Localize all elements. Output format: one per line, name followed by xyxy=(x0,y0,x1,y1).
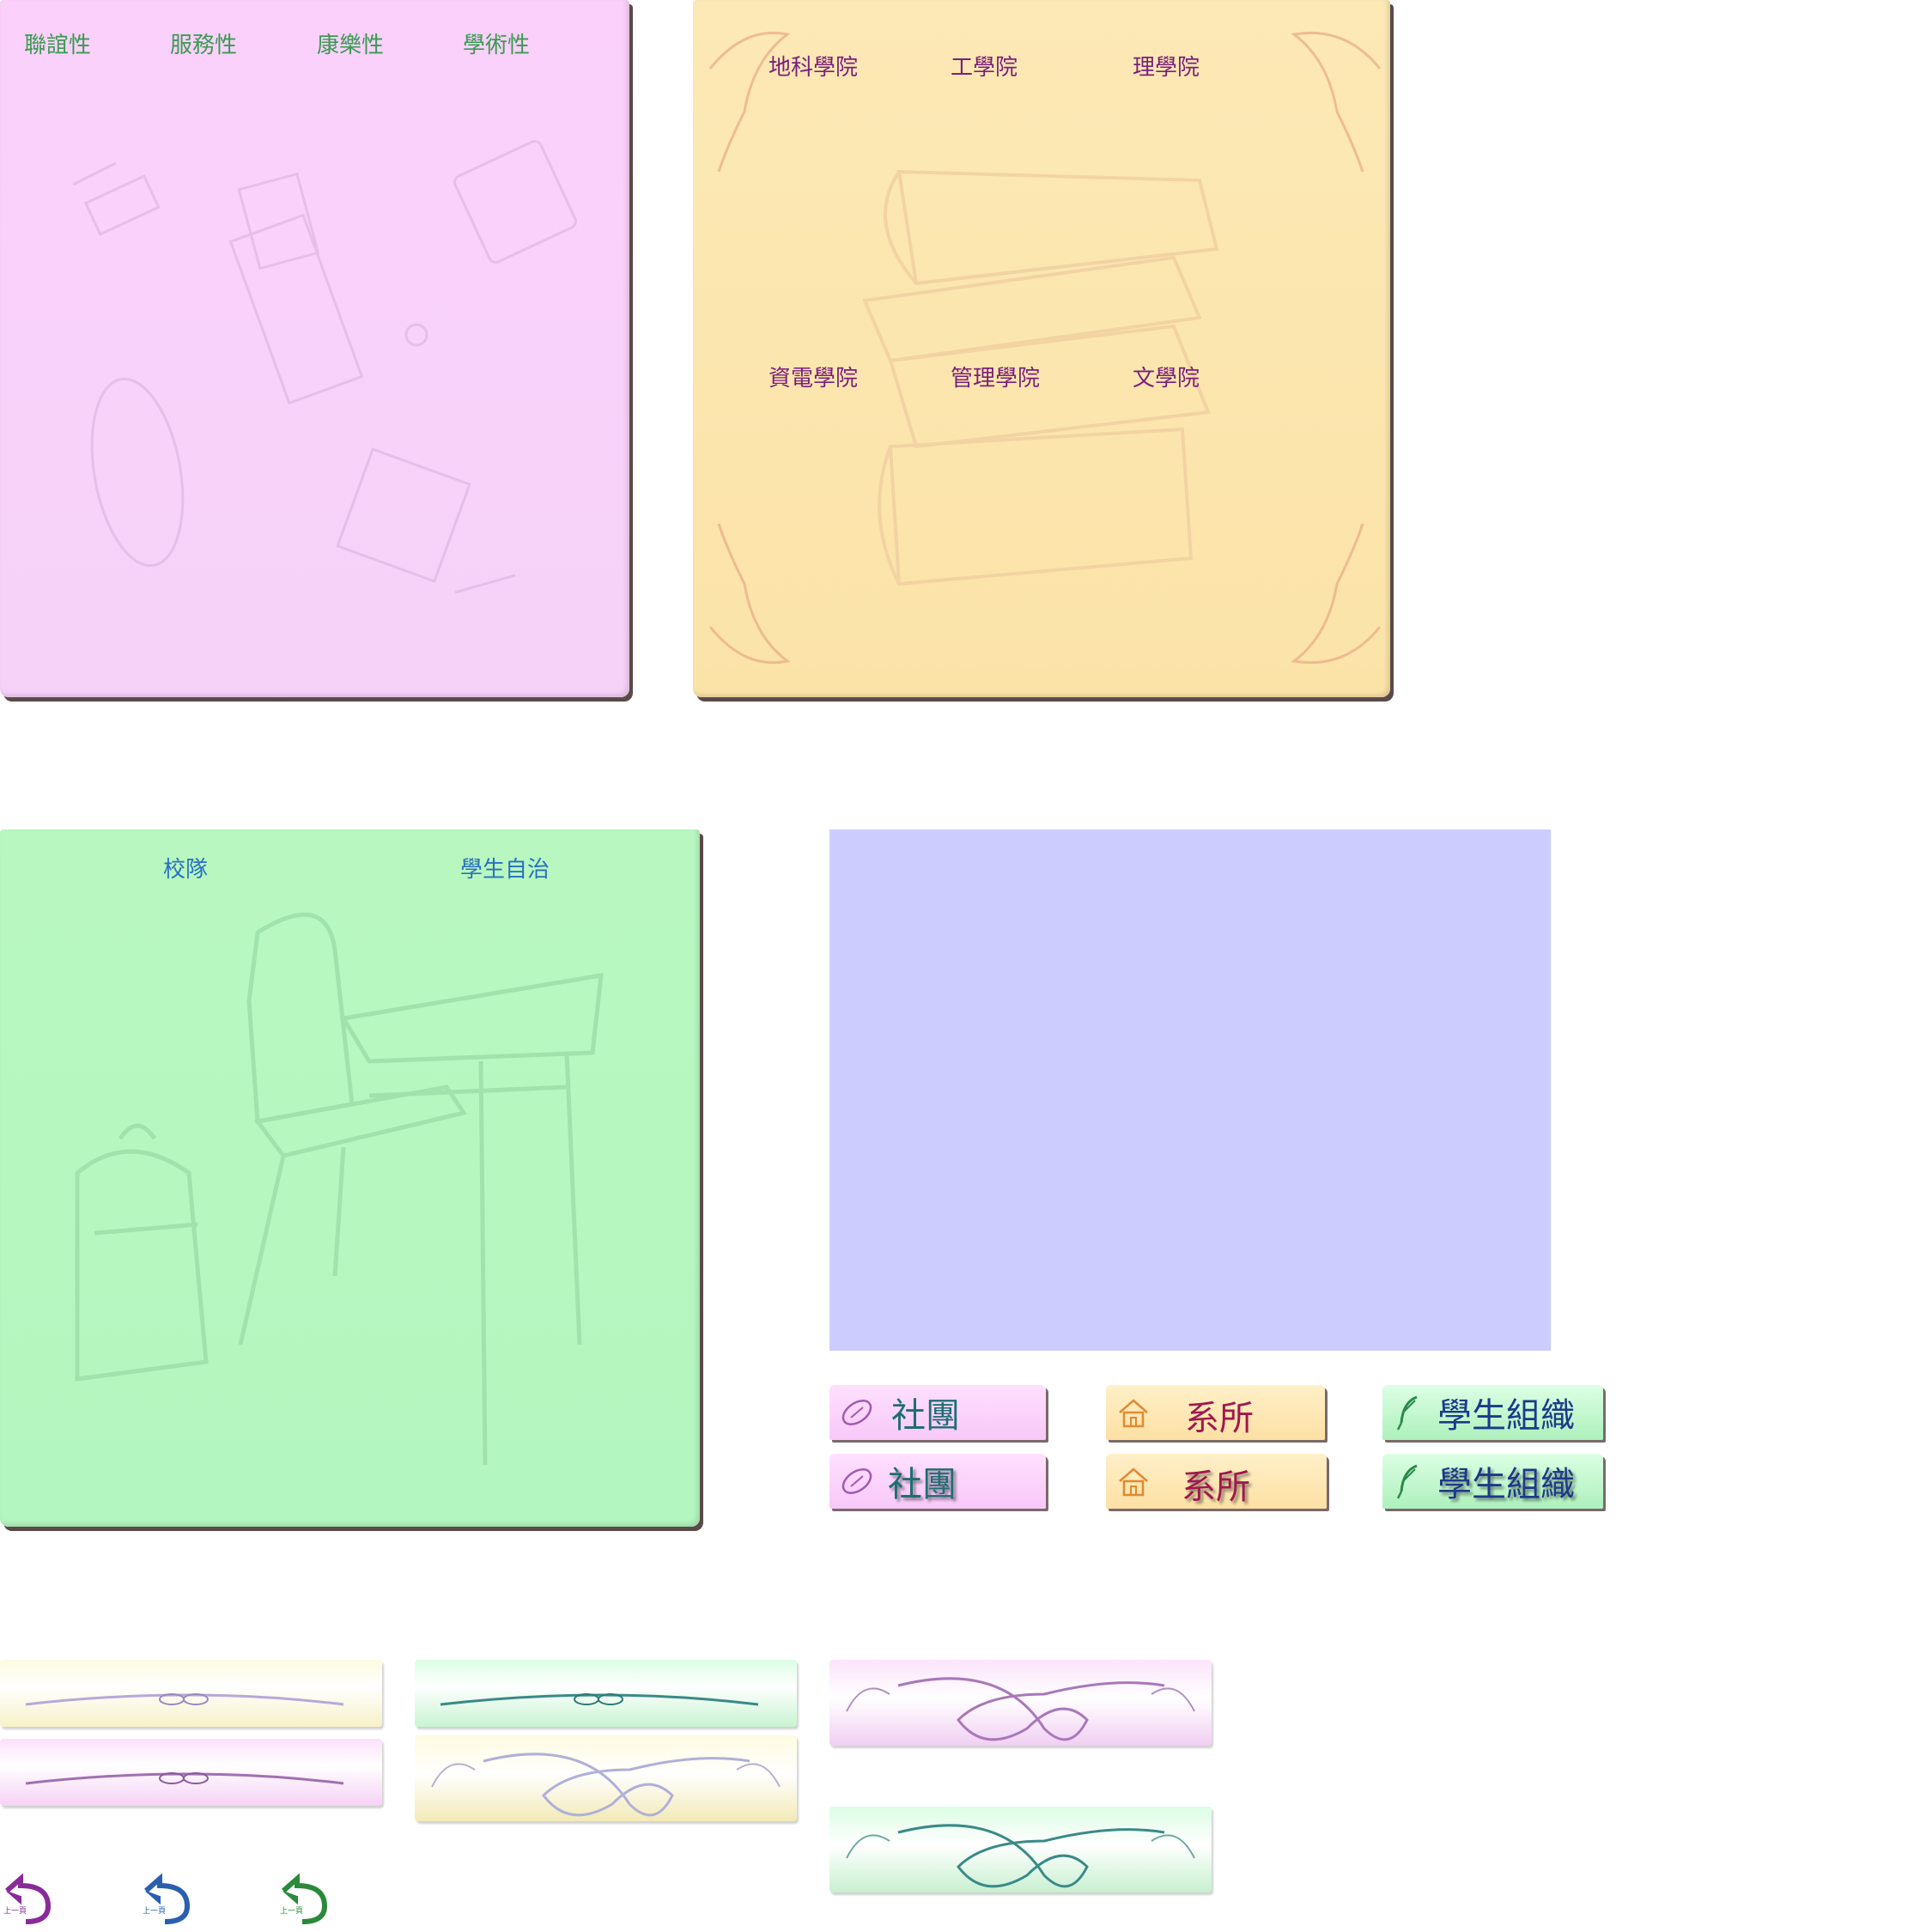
student-organization-button-label: 學生組織 xyxy=(1437,1396,1575,1436)
divider-banner-yellow xyxy=(0,1660,382,1727)
tab-social[interactable]: 聯誼性 xyxy=(24,27,91,59)
tab-eecs-college[interactable]: 資電學院 xyxy=(769,361,858,392)
club-button-label: 社團 xyxy=(891,1396,960,1436)
green-organization-panel: 校隊 學生自治 xyxy=(0,829,700,1527)
tab-earth-science-college[interactable]: 地科學院 xyxy=(769,50,858,82)
stacked-books-illustration xyxy=(708,31,1382,665)
tab-management-college[interactable]: 管理學院 xyxy=(951,361,1040,392)
student-organization-button-hover[interactable]: 學生組織 xyxy=(1382,1454,1603,1509)
schoolhouse-icon xyxy=(1106,1454,1161,1509)
back-label: 上一頁 xyxy=(280,1907,304,1916)
ornament-banner-yellow xyxy=(415,1735,797,1821)
tab-recreation[interactable]: 康樂性 xyxy=(317,27,384,59)
tab-school-team[interactable]: 校隊 xyxy=(163,852,208,884)
club-button-label: 社團 xyxy=(888,1465,957,1504)
back-arrow-icon xyxy=(144,1873,191,1924)
feather-quill-icon xyxy=(1382,1454,1437,1509)
club-button[interactable]: 社團 xyxy=(829,1385,1046,1440)
tab-academic[interactable]: 學術性 xyxy=(463,27,530,59)
lavender-blank-panel xyxy=(829,829,1551,1351)
tab-science-college[interactable]: 理學院 xyxy=(1133,50,1200,82)
department-button-label: 系所 xyxy=(1185,1399,1254,1438)
tab-student-government[interactable]: 學生自治 xyxy=(460,852,550,884)
yellow-college-panel: 地科學院 工學院 理學院 資電學院 管理學院 文學院 xyxy=(693,0,1390,697)
student-organization-button[interactable]: 學生組織 xyxy=(1382,1385,1603,1440)
back-label: 上一頁 xyxy=(3,1907,27,1916)
department-button-hover[interactable]: 系所 xyxy=(1106,1454,1327,1509)
back-button-blue[interactable]: 上一頁 xyxy=(139,1872,194,1927)
back-arrow-icon xyxy=(282,1873,328,1924)
department-button-label: 系所 xyxy=(1182,1467,1250,1507)
school-supplies-illustration xyxy=(72,140,577,594)
divider-banner-green xyxy=(415,1660,797,1727)
tab-liberal-arts-college[interactable]: 文學院 xyxy=(1133,361,1200,392)
back-button-purple[interactable]: 上一頁 xyxy=(0,1872,55,1927)
department-button[interactable]: 系所 xyxy=(1106,1385,1325,1440)
football-icon xyxy=(829,1454,884,1509)
tab-engineering-college[interactable]: 工學院 xyxy=(951,50,1018,82)
back-label: 上一頁 xyxy=(143,1907,167,1916)
pink-category-panel: 聯誼性 服務性 康樂性 學術性 xyxy=(0,0,629,697)
back-button-green[interactable]: 上一頁 xyxy=(276,1872,331,1927)
divider-banner-pink xyxy=(0,1739,382,1806)
desk-chair-backpack-illustration xyxy=(75,912,604,1466)
schoolhouse-icon xyxy=(1106,1385,1161,1440)
feather-quill-icon xyxy=(1382,1385,1437,1440)
student-organization-button-label: 學生組織 xyxy=(1437,1465,1575,1504)
tab-service[interactable]: 服務性 xyxy=(170,27,237,59)
club-button-hover[interactable]: 社團 xyxy=(829,1454,1046,1509)
back-arrow-icon xyxy=(5,1873,52,1924)
ornament-banner-pink xyxy=(829,1660,1212,1746)
football-icon xyxy=(829,1385,884,1440)
ornament-banner-green xyxy=(829,1807,1212,1893)
